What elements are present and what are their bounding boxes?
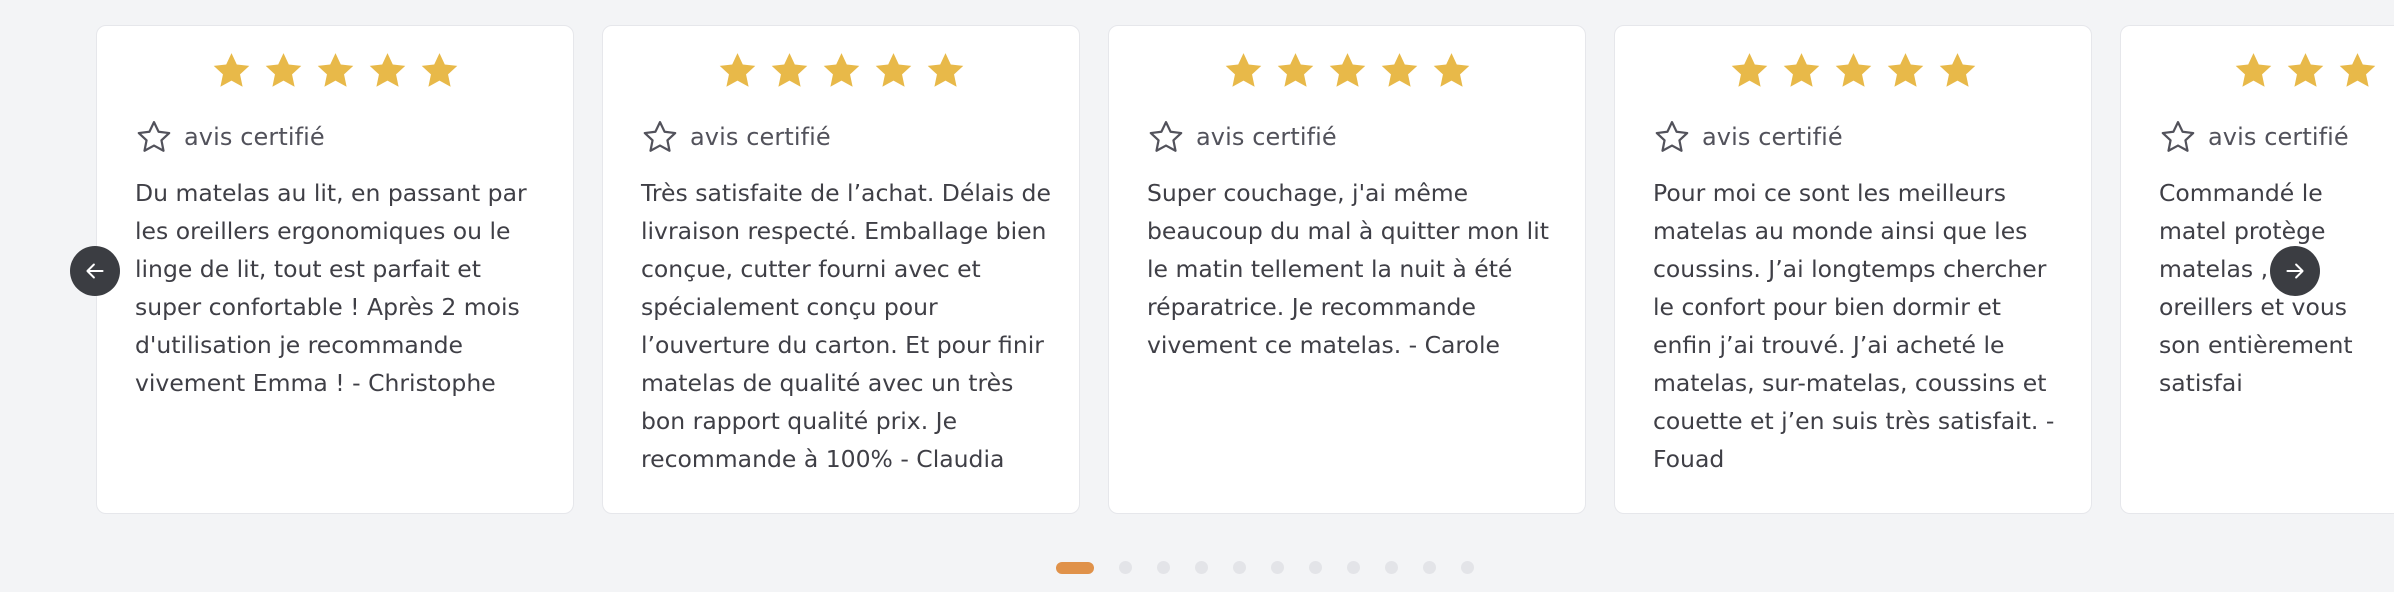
star-outline-icon <box>1149 121 1183 152</box>
pagination-dot[interactable] <box>1271 561 1284 574</box>
pagination-dot[interactable] <box>1423 561 1436 574</box>
star-icon <box>2339 53 2376 87</box>
star-icon <box>1225 53 1261 87</box>
pagination-dot[interactable] <box>1195 561 1208 574</box>
star-icon <box>213 53 249 87</box>
certified-badge: avis certifié <box>135 118 325 156</box>
certified-badge: avis certifié <box>1653 118 1843 156</box>
certified-label: avis certifié <box>1702 123 1843 151</box>
pagination-dot[interactable] <box>1157 561 1170 574</box>
arrow-right-icon <box>2286 263 2304 279</box>
star-icon <box>771 53 807 87</box>
star-outline-icon <box>137 121 171 152</box>
certified-label: avis certifié <box>690 123 831 151</box>
review-text: Très satisfaite de l’achat. Délais de li… <box>641 179 1051 473</box>
review-text: Pour moi ce sont les meilleurs matelas a… <box>1653 179 2055 473</box>
star-rating <box>1109 50 1585 91</box>
pagination-dot[interactable] <box>1461 561 1474 574</box>
star-icon <box>1731 53 1767 87</box>
star-rating <box>1615 50 2091 91</box>
review-text: Du matelas au lit, en passant par les or… <box>135 179 527 397</box>
review-card: avis certifié Pour moi ce sont les meill… <box>1614 25 2092 514</box>
star-icon <box>719 53 755 87</box>
pagination-dot[interactable] <box>1347 561 1360 574</box>
star-rating <box>97 50 573 91</box>
star-icon <box>317 53 353 87</box>
carousel-pagination <box>1056 561 1499 574</box>
star-icon <box>1277 53 1313 87</box>
pagination-dot[interactable] <box>1309 561 1322 574</box>
certified-badge: avis certifié <box>2159 118 2349 156</box>
review-card: avis certifié Du matelas au lit, en pass… <box>96 25 574 514</box>
review-card: avis certifié Commandé le matel protège … <box>2120 25 2394 514</box>
review-text: Super couchage, j'ai même beaucoup du ma… <box>1147 179 1549 359</box>
next-button[interactable] <box>2270 246 2320 296</box>
certified-badge: avis certifié <box>1147 118 1337 156</box>
star-rating <box>2233 50 2394 91</box>
star-icon <box>1433 53 1469 87</box>
review-card: avis certifié Super couchage, j'ai même … <box>1108 25 1586 514</box>
pagination-dot[interactable] <box>1119 561 1132 574</box>
star-icon <box>875 53 911 87</box>
star-icon <box>1939 53 1975 87</box>
star-icon <box>1381 53 1417 87</box>
star-icon <box>1835 53 1871 87</box>
review-card: avis certifié Très satisfaite de l’achat… <box>602 25 1080 514</box>
arrow-left-icon <box>86 263 104 279</box>
certified-label: avis certifié <box>1196 123 1337 151</box>
star-outline-icon <box>2161 121 2195 152</box>
pagination-dot-active[interactable] <box>1056 561 1094 574</box>
star-outline-icon <box>643 121 677 152</box>
star-icon <box>1887 53 1923 87</box>
previous-button[interactable] <box>70 246 120 296</box>
reviews-carousel: avis certifié Du matelas au lit, en pass… <box>0 0 2394 592</box>
certified-label: avis certifié <box>184 123 325 151</box>
star-icon <box>2235 53 2272 87</box>
star-rating <box>603 50 1079 91</box>
star-icon <box>927 53 963 87</box>
star-icon <box>421 53 457 87</box>
star-icon <box>265 53 301 87</box>
certified-badge: avis certifié <box>641 118 831 156</box>
star-icon <box>1783 53 1819 87</box>
star-icon <box>823 53 859 87</box>
star-icon <box>2287 53 2324 87</box>
certified-label: avis certifié <box>2208 123 2349 151</box>
star-outline-icon <box>1655 121 1689 152</box>
star-icon <box>369 53 405 87</box>
pagination-dot[interactable] <box>1233 561 1246 574</box>
star-icon <box>1329 53 1365 87</box>
pagination-dot[interactable] <box>1385 561 1398 574</box>
